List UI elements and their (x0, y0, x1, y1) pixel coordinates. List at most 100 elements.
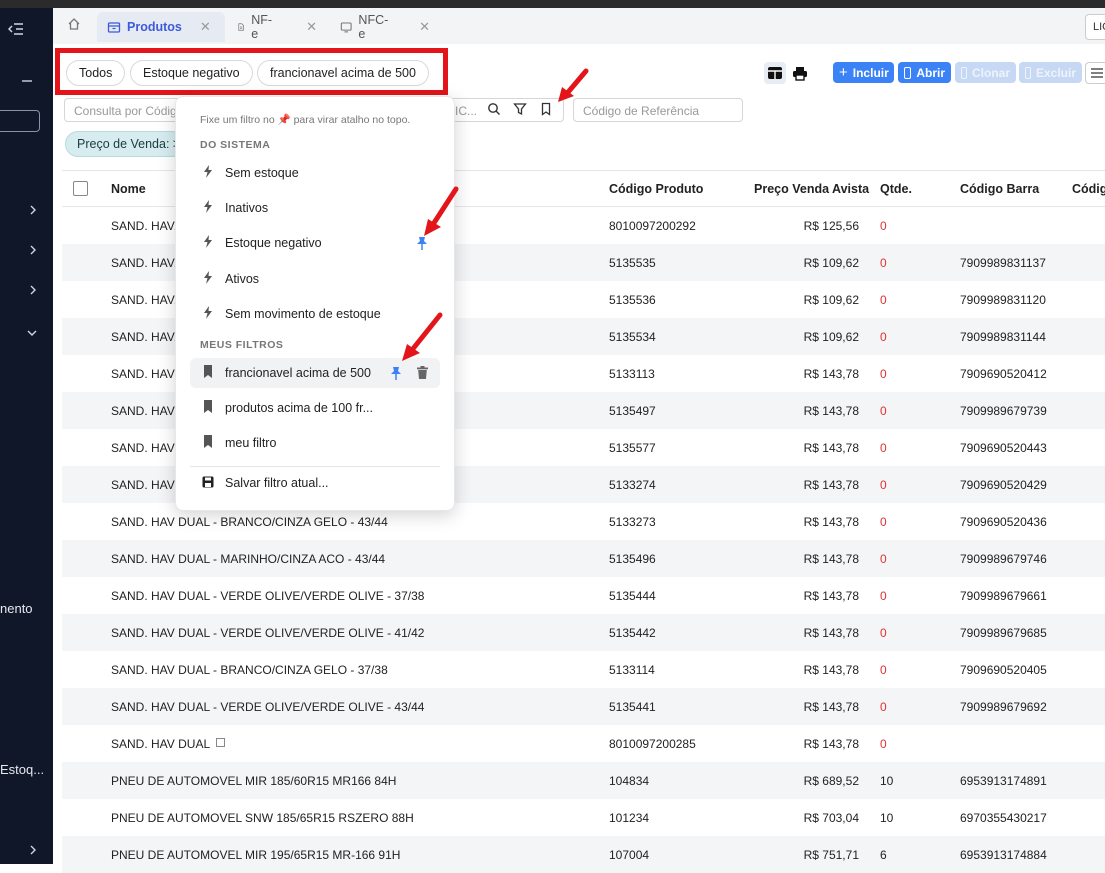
more-menu-button[interactable] (1085, 62, 1105, 84)
bolt-icon (200, 306, 216, 322)
trash-icon[interactable] (417, 366, 429, 380)
chevron-right-icon[interactable] (29, 282, 37, 298)
cell-qtde: 0 (880, 626, 887, 640)
cell-codigo: 5135497 (609, 404, 656, 418)
cell-codigo: 8010097200285 (609, 737, 696, 751)
system-filter-item[interactable]: Estoque negativo (190, 228, 440, 258)
cell-codigo: 5135441 (609, 700, 656, 714)
cell-qtde: 0 (880, 737, 887, 751)
home-icon[interactable] (67, 17, 89, 35)
cell-barra: 7909690520429 (960, 478, 1047, 492)
system-filter-item[interactable]: Inativos (190, 193, 440, 223)
cell-qtde: 10 (880, 774, 894, 788)
tab-nfe[interactable]: NF-e ✕ (227, 12, 327, 42)
cell-nome: SAND. HAV DUAL - VERDE OLIVE/VERDE OLIVE… (111, 700, 425, 714)
save-filter-item[interactable]: Salvar filtro atual... (190, 468, 440, 498)
cell-codigo: 101234 (609, 811, 650, 825)
table-row[interactable]: PNEU DE AUTOMOVEL SNW 185/65R15 RSZERO 8… (62, 799, 1105, 836)
sidebar-search-box[interactable] (0, 110, 40, 132)
filter-icon[interactable] (513, 102, 529, 118)
table-row[interactable]: PNEU DE AUTOMOVEL MIR 195/65R15 MR-166 9… (62, 836, 1105, 873)
my-filter-item[interactable]: meu filtro (190, 428, 440, 458)
cell-barra: 7909989679692 (960, 700, 1047, 714)
filter-label: Sem estoque (225, 166, 299, 180)
close-icon[interactable]: ✕ (306, 19, 317, 35)
save-filter-label: Salvar filtro atual... (225, 476, 329, 490)
cell-barra: 7909989831120 (960, 293, 1046, 307)
column-header[interactable]: Códig (1072, 182, 1105, 196)
cell-codigo: 5133114 (609, 663, 655, 677)
filter-dropdown: Fixe um filtro no 📌 para virar atalho no… (175, 96, 455, 511)
cell-barra: 7909690520443 (960, 441, 1047, 455)
sidebar-label[interactable]: nento (0, 601, 33, 616)
document-icon (238, 23, 244, 31)
abrir-button[interactable]: Abrir (898, 62, 951, 83)
table-row[interactable]: SAND. HAV DUAL - VERDE OLIVE/VERDE OLIVE… (62, 577, 1105, 614)
cell-qtde: 0 (880, 367, 887, 381)
table-row[interactable]: PNEU DE AUTOMOVEL MIR 185/60R15 MR166 84… (62, 762, 1105, 799)
tab-produtos[interactable]: Produtos ✕ (97, 12, 225, 42)
cell-qtde: 0 (880, 256, 887, 270)
chevron-right-icon[interactable] (29, 202, 37, 218)
chevron-down-icon[interactable] (27, 324, 37, 340)
table-row[interactable]: SAND. HAV DUAL 8010097200285 R$ 143,78 0 (62, 725, 1105, 762)
column-header[interactable]: Qtde. (880, 182, 912, 196)
tab-nfce[interactable]: NFC-e ✕ (330, 12, 440, 42)
cell-preco: R$ 109,62 (803, 293, 859, 307)
bookmark-icon (200, 435, 216, 451)
cell-preco: R$ 703,04 (803, 811, 859, 825)
reference-code-input[interactable]: Código de Referência (573, 98, 743, 122)
cell-preco: R$ 143,78 (803, 737, 859, 751)
table-row[interactable]: SAND. HAV DUAL - MARINHO/CINZA ACO - 43/… (62, 540, 1105, 577)
excluir-button[interactable]: Excluir (1019, 62, 1082, 83)
table-row[interactable]: SAND. HAV DUAL - VERDE OLIVE/VERDE OLIVE… (62, 688, 1105, 725)
table-row[interactable]: SAND. HAV DUAL - VERDE OLIVE/VERDE OLIVE… (62, 614, 1105, 651)
incluir-button[interactable]: + Incluir (833, 62, 894, 83)
select-all-checkbox[interactable] (73, 181, 88, 196)
column-header[interactable]: Preço Venda Avista (754, 182, 869, 196)
system-filter-item[interactable]: Sem estoque (190, 158, 440, 188)
clonar-button[interactable]: Clonar (955, 62, 1016, 83)
expand-icon[interactable] (216, 738, 225, 747)
filter-label: Estoque negativo (225, 236, 322, 250)
save-icon (200, 476, 216, 491)
pin-icon[interactable] (390, 366, 402, 380)
system-filter-item[interactable]: Ativos (190, 264, 440, 294)
bookmark-icon[interactable] (539, 102, 555, 118)
cell-nome: SAND. HAV. (111, 219, 178, 233)
cell-codigo: 8010097200292 (609, 219, 696, 233)
cell-barra: 6953913174884 (960, 848, 1047, 862)
chevron-right-icon[interactable] (29, 242, 37, 258)
cell-nome: SAND. HAV. (111, 256, 178, 270)
cell-codigo: 5135442 (609, 626, 656, 640)
column-header[interactable]: Nome (111, 182, 146, 196)
annotation-arrow (558, 68, 589, 102)
cell-qtde: 0 (880, 330, 887, 344)
active-filter-chip[interactable]: Preço de Venda: > (65, 131, 185, 157)
cell-nome: SAND. HAV DUAL - BRANCO/CINZA GELO - 37/… (111, 663, 388, 677)
cell-codigo: 5135444 (609, 589, 656, 603)
filter-label: Ativos (225, 272, 260, 286)
box-icon (107, 22, 121, 33)
print-icon[interactable] (789, 62, 811, 84)
cell-preco: R$ 143,78 (803, 626, 859, 640)
chevron-right-icon[interactable] (29, 842, 37, 858)
search-icon[interactable] (487, 102, 503, 118)
close-icon[interactable]: ✕ (200, 19, 211, 35)
abrir-label: Abrir (916, 65, 945, 80)
sidebar-label[interactable]: Estoq... (0, 762, 44, 777)
grid-view-icon[interactable] (764, 62, 786, 84)
bolt-icon (200, 165, 216, 181)
collapse-sidebar-icon[interactable] (7, 22, 24, 39)
minus-icon[interactable] (22, 70, 32, 86)
column-header[interactable]: Código Barra (960, 182, 1039, 196)
column-header[interactable]: Código Produto (609, 182, 703, 196)
my-filter-item[interactable]: produtos acima de 100 fr... (190, 393, 440, 423)
license-button[interactable]: LIC (1085, 14, 1105, 40)
cell-preco: R$ 109,62 (803, 256, 859, 270)
bookmark-icon (200, 365, 216, 381)
table-row[interactable]: SAND. HAV DUAL - BRANCO/CINZA GELO - 37/… (62, 651, 1105, 688)
highlight-box (55, 48, 448, 95)
close-icon[interactable]: ✕ (419, 19, 430, 35)
cell-preco: R$ 109,62 (803, 330, 859, 344)
